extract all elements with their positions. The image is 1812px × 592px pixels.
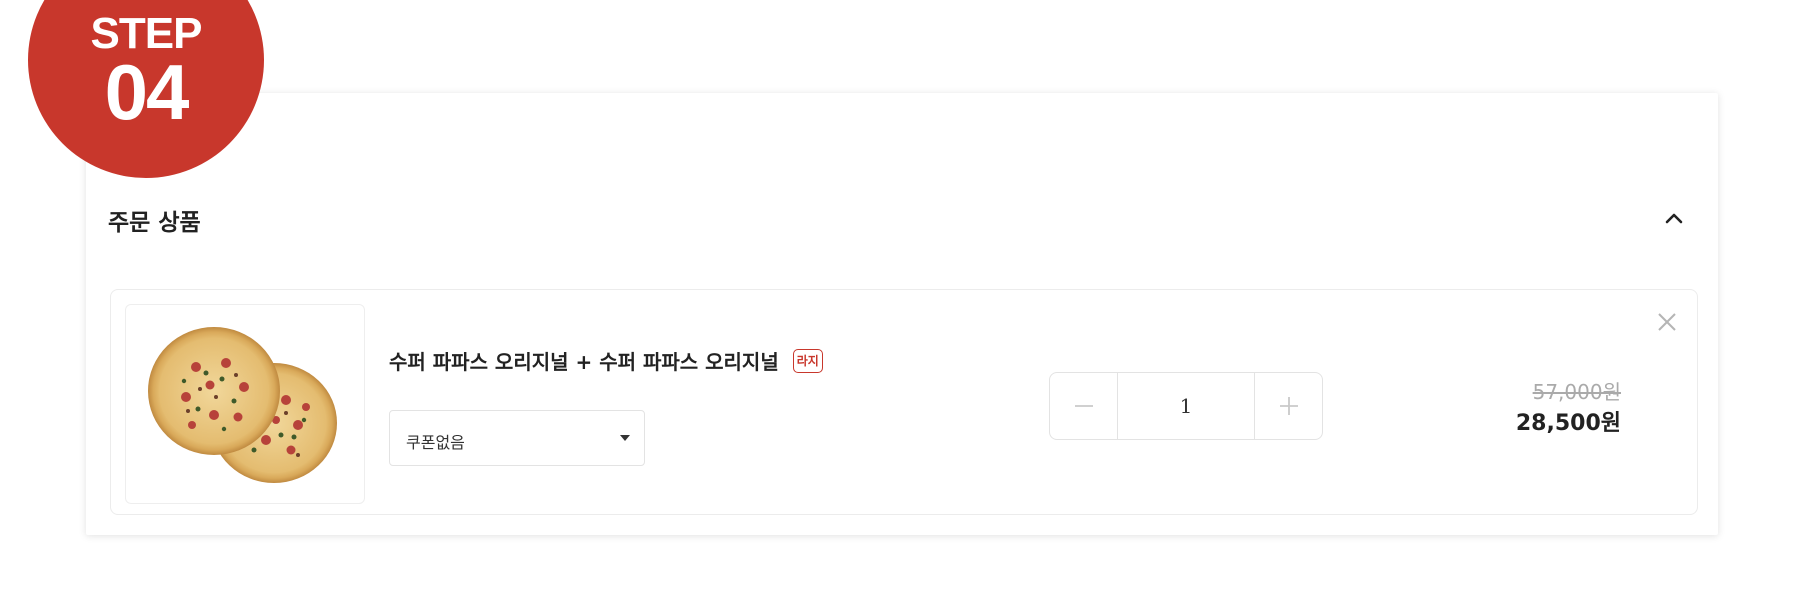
product-name-row: 수퍼 파파스 오리지널 + 수퍼 파파스 오리지널 라지: [389, 346, 823, 375]
pizza-illustration: [148, 327, 337, 483]
final-price: 28,500원: [1515, 411, 1621, 436]
coupon-selected-value: 쿠폰없음: [406, 433, 465, 452]
minus-icon: [1074, 405, 1093, 407]
quantity-stepper: 1: [1049, 372, 1323, 440]
order-step-page: 주문 상품 수퍼 파파스 오리지널 + 수퍼 파파스 오리지널 라지 쿠폰없음 …: [0, 0, 1812, 592]
original-price: 57,000원: [1532, 380, 1621, 404]
chevron-up-icon[interactable]: [1660, 205, 1688, 233]
quantity-value[interactable]: 1: [1118, 373, 1254, 439]
decrease-quantity-button[interactable]: [1050, 373, 1118, 439]
order-items-card: 주문 상품 수퍼 파파스 오리지널 + 수퍼 파파스 오리지널 라지 쿠폰없음 …: [86, 93, 1718, 535]
cart-item: 수퍼 파파스 오리지널 + 수퍼 파파스 오리지널 라지 쿠폰없음 1 57,0…: [110, 289, 1698, 515]
increase-quantity-button[interactable]: [1254, 373, 1322, 439]
section-title: 주문 상품: [108, 210, 201, 236]
close-icon[interactable]: [1655, 310, 1679, 334]
coupon-select[interactable]: 쿠폰없음: [389, 410, 645, 466]
pizza-image: [125, 304, 365, 504]
caret-down-icon: [620, 435, 630, 441]
size-badge: 라지: [792, 348, 823, 373]
plus-icon: [1279, 397, 1298, 415]
product-name: 수퍼 파파스 오리지널 + 수퍼 파파스 오리지널: [389, 350, 779, 374]
step-number: 04: [104, 48, 190, 136]
price-block: 57,000원 28,500원: [1516, 378, 1621, 440]
